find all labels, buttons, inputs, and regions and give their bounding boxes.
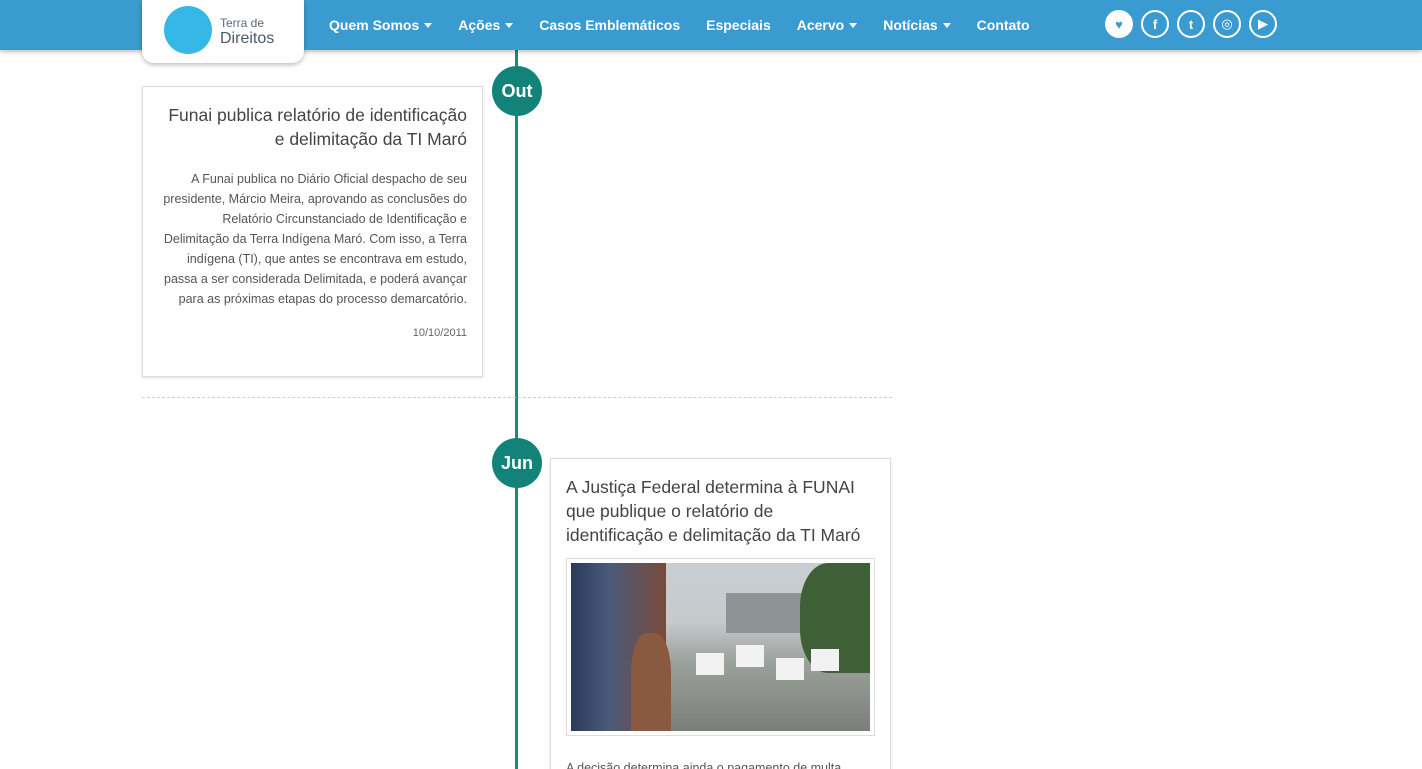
main-menu: Quem Somos Ações Casos Emblemáticos Espe… — [316, 0, 1043, 50]
nav-noticias[interactable]: Notícias — [883, 17, 951, 33]
chevron-down-icon — [424, 22, 433, 28]
nav-especiais[interactable]: Especiais — [706, 17, 771, 33]
card-body: A decisão determina ainda o pagamento de… — [566, 761, 842, 769]
logo-text-bottom: Direitos — [220, 30, 275, 47]
card-photo[interactable] — [571, 563, 870, 731]
logo-text-top: Terra de — [220, 16, 265, 30]
timeline-card: Funai publica relatório de identificação… — [142, 86, 483, 377]
card-date: 10/10/2011 — [412, 327, 467, 339]
photo-sign — [736, 645, 764, 667]
youtube-icon[interactable]: ▶ — [1249, 10, 1277, 38]
photo-sign — [776, 658, 804, 680]
nav-casos-emblematicos[interactable]: Casos Emblemáticos — [539, 17, 680, 33]
timeline-line — [515, 50, 518, 769]
nav-quem-somos[interactable]: Quem Somos — [329, 17, 433, 33]
nav-label: Especiais — [706, 17, 771, 33]
instagram-icon[interactable]: ◎ — [1213, 10, 1241, 38]
nav-label: Quem Somos — [329, 17, 420, 33]
facebook-icon[interactable]: f — [1141, 10, 1169, 38]
nav-label: Ações — [458, 17, 501, 33]
nav-contato[interactable]: Contato — [977, 17, 1030, 33]
twitter-icon[interactable]: t — [1177, 10, 1205, 38]
card-title[interactable]: Funai publica relatório de identificação… — [158, 103, 467, 151]
photo-sign — [811, 649, 839, 671]
chevron-down-icon — [942, 22, 951, 28]
photo-sign — [696, 653, 724, 675]
social-links: ♥ f t ◎ ▶ — [1105, 10, 1285, 38]
nav-label: Casos Emblemáticos — [539, 17, 681, 33]
month-marker-jun: Jun — [492, 438, 542, 488]
timeline-card: A Justiça Federal determina à FUNAI que … — [550, 458, 891, 769]
card-title[interactable]: A Justiça Federal determina à FUNAI que … — [566, 475, 875, 547]
nav-acervo[interactable]: Acervo — [796, 17, 858, 33]
nav-acoes[interactable]: Ações — [458, 17, 514, 33]
nav-label: Acervo — [796, 17, 845, 33]
logo-icon — [164, 6, 212, 54]
photo-person — [631, 633, 671, 731]
month-marker-out: Out — [492, 66, 542, 116]
year-divider — [142, 397, 892, 398]
nav-label: Notícias — [883, 17, 938, 33]
card-body: A Funai publica no Diário Oficial despac… — [163, 172, 467, 306]
card-image-frame — [566, 558, 875, 736]
nav-label: Contato — [976, 17, 1030, 33]
logo-link[interactable]: Terra de Direitos — [142, 0, 304, 63]
chevron-down-icon — [505, 22, 514, 28]
donate-hand-icon[interactable]: ♥ — [1105, 10, 1133, 38]
chevron-down-icon — [849, 22, 858, 28]
